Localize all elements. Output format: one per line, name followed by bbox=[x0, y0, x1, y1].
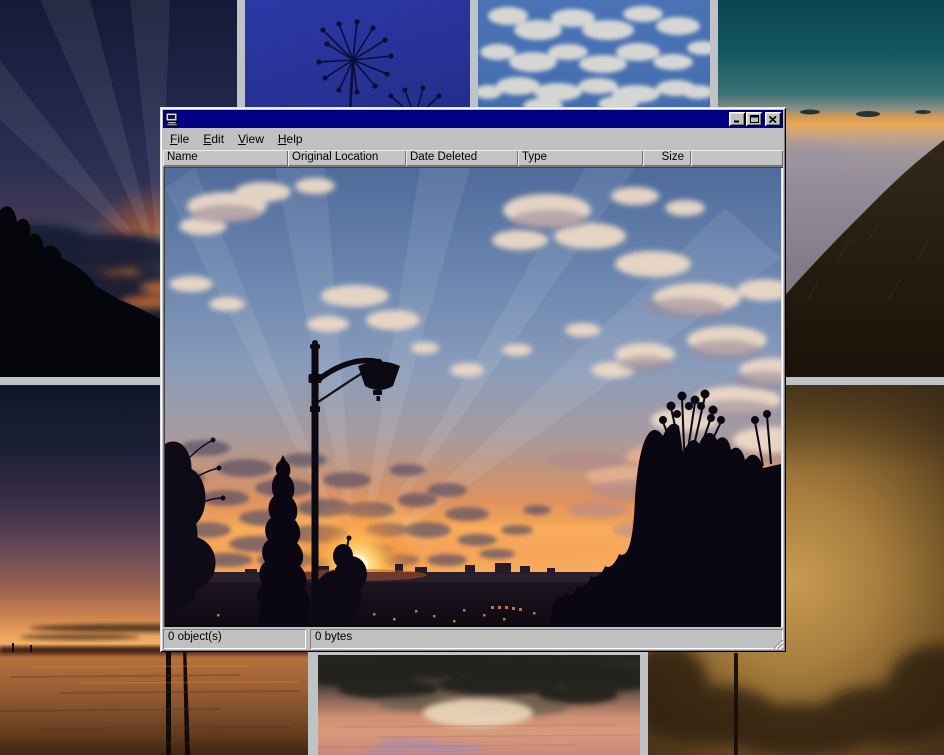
status-object-count: 0 object(s) bbox=[163, 629, 306, 649]
lamp-pole-silhouette bbox=[734, 653, 738, 755]
column-header-filler bbox=[691, 150, 783, 166]
sunset-lamp-photo bbox=[165, 168, 781, 627]
pink-reflections-art bbox=[318, 655, 640, 755]
window-titlebar[interactable] bbox=[163, 110, 783, 128]
list-view-area[interactable] bbox=[163, 166, 783, 627]
list-column-headers: Name Original Location Date Deleted Type… bbox=[163, 150, 783, 166]
column-header-size[interactable]: Size bbox=[643, 150, 691, 166]
column-header-name[interactable]: Name bbox=[163, 150, 288, 166]
column-header-type[interactable]: Type bbox=[518, 150, 643, 166]
close-button[interactable] bbox=[765, 112, 781, 126]
menu-help[interactable]: Help bbox=[272, 130, 309, 148]
column-header-date-deleted[interactable]: Date Deleted bbox=[406, 150, 518, 166]
menu-bar: File Edit View Help bbox=[163, 128, 783, 150]
status-size: 0 bytes bbox=[310, 629, 783, 649]
recycle-bin-window: File Edit View Help Name Original Locati… bbox=[160, 107, 786, 652]
minimize-icon bbox=[733, 115, 741, 123]
close-icon bbox=[769, 116, 777, 123]
computer-icon bbox=[165, 112, 179, 126]
menu-file[interactable]: File bbox=[164, 130, 195, 148]
status-bar: 0 object(s) 0 bytes bbox=[163, 627, 783, 649]
menu-view[interactable]: View bbox=[232, 130, 270, 148]
maximize-button[interactable] bbox=[746, 112, 762, 126]
wallpaper-photo-pink-reflections bbox=[318, 655, 640, 755]
minimize-button[interactable] bbox=[729, 112, 745, 126]
resize-grip[interactable] bbox=[770, 636, 783, 649]
maximize-icon bbox=[750, 115, 759, 123]
column-header-original-location[interactable]: Original Location bbox=[288, 150, 406, 166]
menu-edit[interactable]: Edit bbox=[197, 130, 230, 148]
